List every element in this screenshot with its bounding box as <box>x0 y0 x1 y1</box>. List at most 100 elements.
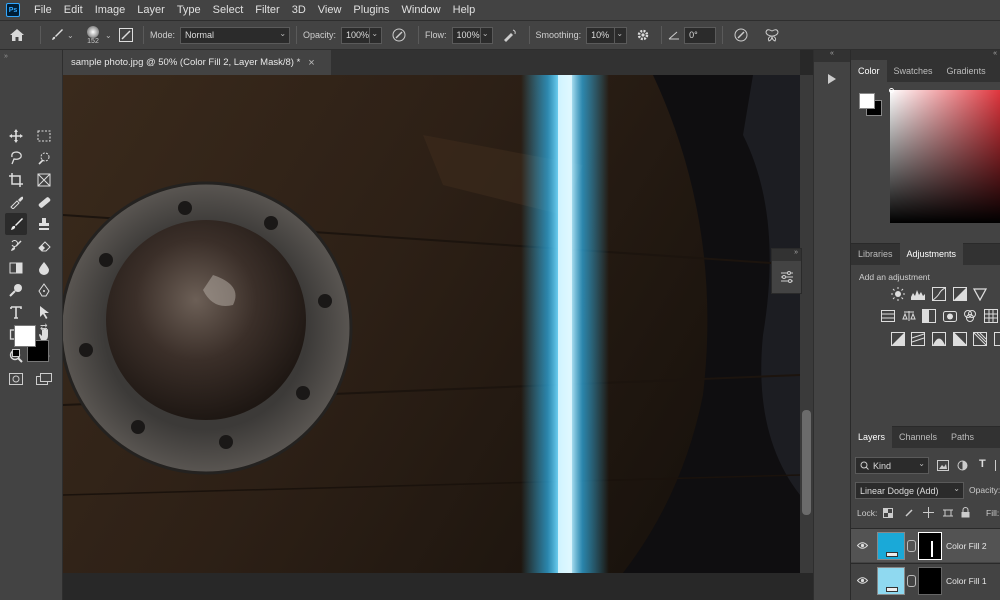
flow-dropdown[interactable]: ⌄ <box>479 26 493 44</box>
lasso-tool[interactable] <box>5 147 27 169</box>
gradient-tool[interactable] <box>5 257 27 279</box>
tab-gradients[interactable]: Gradients <box>940 60 993 82</box>
menu-layer[interactable]: Layer <box>131 0 171 20</box>
brush-tool[interactable] <box>5 213 27 235</box>
adjustment-button-curves[interactable] <box>932 287 946 301</box>
adjustment-button-levels[interactable] <box>911 287 925 301</box>
marquee-tool[interactable] <box>33 125 55 147</box>
adjustment-layer-filter-icon[interactable] <box>957 460 968 471</box>
brush-preset-button[interactable] <box>47 24 67 46</box>
menu-image[interactable]: Image <box>89 0 132 20</box>
tab-paths[interactable]: Paths <box>944 426 981 448</box>
menu-edit[interactable]: Edit <box>58 0 89 20</box>
adjustment-button-invert[interactable] <box>891 332 905 346</box>
smoothing-dropdown[interactable]: ⌄ <box>614 26 628 44</box>
lock-all-icon[interactable] <box>961 507 970 518</box>
adjustment-button-color-fill-layer[interactable] <box>994 332 1000 346</box>
menu-view[interactable]: View <box>312 0 348 20</box>
layer-mask-thumbnail[interactable] <box>918 531 942 560</box>
menu-window[interactable]: Window <box>396 0 447 20</box>
adjustment-button-hue-saturation[interactable] <box>881 309 895 323</box>
adjustment-button-photo-filter[interactable] <box>943 309 957 323</box>
link-icon[interactable] <box>907 574 916 587</box>
close-tab-icon[interactable]: × <box>308 57 314 69</box>
menu-select[interactable]: Select <box>207 0 250 20</box>
lock-transparency-icon[interactable] <box>883 508 893 518</box>
chevron-down-icon[interactable]: ⌄ <box>67 31 77 40</box>
pixel-layer-filter-icon[interactable] <box>937 460 949 471</box>
lock-artboard-icon[interactable] <box>943 508 953 518</box>
chevron-down-icon[interactable]: ⌄ <box>105 31 115 40</box>
default-colors-icon[interactable] <box>12 349 20 357</box>
tab-libraries[interactable]: Libraries <box>851 243 900 265</box>
opacity-dropdown[interactable]: ⌄ <box>369 26 383 44</box>
adjustment-button-channel-mixer[interactable] <box>963 309 977 323</box>
visibility-eye-icon[interactable] <box>851 576 873 586</box>
crop-tool[interactable] <box>5 169 27 191</box>
layer-fill-thumbnail[interactable] <box>877 531 905 560</box>
photoshop-logo-icon[interactable]: Ps <box>6 3 20 17</box>
flow-input[interactable]: 100% <box>451 26 480 44</box>
more-filters-icon[interactable] <box>995 460 1000 471</box>
layer-row[interactable]: Color Fill 2 <box>851 528 1000 562</box>
layer-fill-thumbnail[interactable] <box>877 566 905 595</box>
adjustment-button-exposure[interactable] <box>953 287 967 301</box>
menu-help[interactable]: Help <box>447 0 482 20</box>
brush-size-picker[interactable]: 152 <box>81 24 105 46</box>
pen-tool[interactable] <box>33 279 55 301</box>
menu-file[interactable]: File <box>28 0 58 20</box>
menu-3d[interactable]: 3D <box>286 0 312 20</box>
play-action-button[interactable] <box>821 68 843 90</box>
history-brush-tool[interactable] <box>5 235 27 257</box>
healing-brush-tool[interactable] <box>33 191 55 213</box>
screen-mode-button[interactable] <box>33 368 55 390</box>
collapse-icon[interactable]: « <box>814 50 850 62</box>
blend-mode-select[interactable]: Linear Dodge (Add) ⌄ <box>855 482 964 499</box>
home-button[interactable] <box>0 24 34 46</box>
tab-adjustments[interactable]: Adjustments <box>899 243 964 265</box>
document-canvas[interactable] <box>63 75 800 573</box>
dodge-tool[interactable] <box>5 279 27 301</box>
menu-filter[interactable]: Filter <box>249 0 285 20</box>
swap-colors-icon[interactable]: ⇄ <box>40 322 48 333</box>
link-icon[interactable] <box>907 539 916 552</box>
tab-swatches[interactable]: Swatches <box>887 60 940 82</box>
brush-angle-input[interactable]: 0° <box>684 26 717 44</box>
layer-mask-thumbnail[interactable] <box>918 566 942 595</box>
tab-channels[interactable]: Channels <box>892 426 944 448</box>
lock-position-icon[interactable] <box>923 507 934 518</box>
properties-panel-button[interactable] <box>776 266 798 288</box>
tab-color[interactable]: Color <box>851 60 887 82</box>
adjustment-button-brightness-contrast[interactable] <box>891 287 905 301</box>
type-tool[interactable] <box>5 301 27 323</box>
brush-settings-toggle[interactable] <box>115 24 137 46</box>
quick-mask-button[interactable] <box>5 368 27 390</box>
menu-type[interactable]: Type <box>171 0 207 20</box>
symmetry-button[interactable] <box>757 24 787 46</box>
adjustment-button-threshold[interactable] <box>932 332 946 346</box>
adjustment-button-vibrance[interactable] <box>972 287 988 302</box>
move-tool[interactable] <box>5 125 27 147</box>
adjustment-button-color-balance[interactable] <box>902 309 916 323</box>
visibility-eye-icon[interactable] <box>851 541 873 551</box>
quick-selection-tool[interactable] <box>33 147 55 169</box>
document-tab[interactable]: sample photo.jpg @ 50% (Color Fill 2, La… <box>63 50 331 75</box>
adjustment-button-posterize[interactable] <box>911 332 925 346</box>
color-picker-marker-icon[interactable] <box>889 88 894 93</box>
mode-select[interactable]: Normal ⌄ <box>180 26 291 44</box>
adjustment-button-color-lookup[interactable] <box>984 309 998 323</box>
frame-tool[interactable] <box>33 169 55 191</box>
eyedropper-tool[interactable] <box>5 191 27 213</box>
pressure-size-button[interactable] <box>729 24 753 46</box>
tab-layers[interactable]: Layers <box>851 426 893 448</box>
collapse-icon[interactable]: » <box>4 53 8 60</box>
blur-tool[interactable] <box>33 257 55 279</box>
expand-icon[interactable]: » <box>772 249 801 261</box>
layer-filter-select[interactable]: Kind ⌄ <box>855 457 929 474</box>
adjustment-button-black-white[interactable] <box>922 309 936 323</box>
opacity-input[interactable]: 100% <box>341 26 369 44</box>
eraser-tool[interactable] <box>33 235 55 257</box>
smoothing-input[interactable]: 10% <box>586 26 615 44</box>
layer-row[interactable]: Color Fill 1 <box>851 563 1000 597</box>
pressure-opacity-button[interactable] <box>386 24 412 46</box>
